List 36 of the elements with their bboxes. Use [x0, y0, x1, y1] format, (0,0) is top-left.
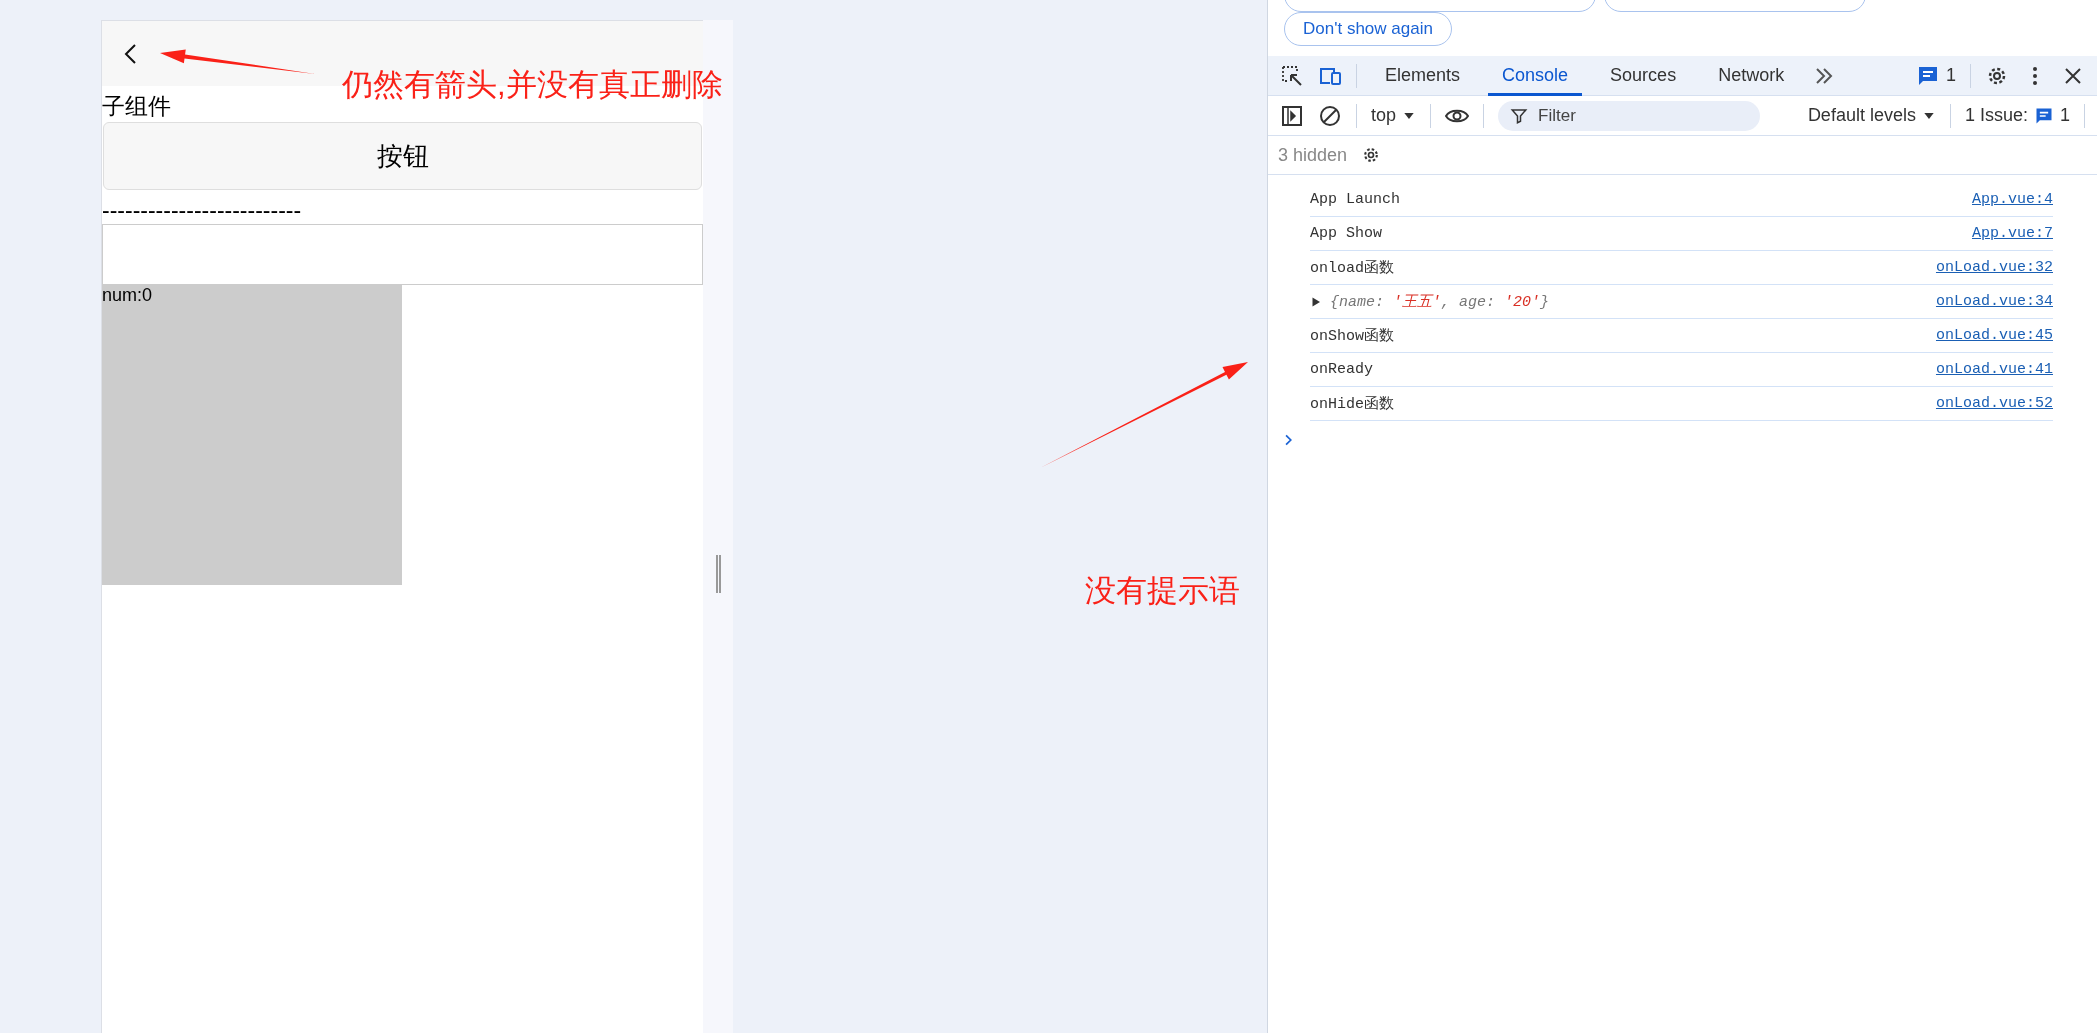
hidden-count: 3 hidden: [1278, 144, 1348, 166]
devtools-tab[interactable]: Network: [1704, 55, 1799, 96]
log-message: App Show: [1310, 225, 1382, 242]
sidebar-icon[interactable]: [1280, 103, 1304, 128]
levels-select[interactable]: Default levels: [1807, 105, 1936, 126]
annotation-text: 没有提示语: [1085, 572, 1240, 610]
source-link[interactable]: onLoad.vue:32: [1935, 259, 2053, 276]
source-link[interactable]: onLoad.vue:45: [1935, 327, 2053, 344]
inspect-icon[interactable]: [1280, 63, 1304, 88]
messages-count[interactable]: 1: [1916, 63, 1956, 88]
component-heading: 子组件: [102, 92, 171, 121]
log-message: onReady: [1310, 361, 1373, 378]
issues-button[interactable]: 1 Issue: 1: [1964, 105, 2070, 126]
log-message: onload函数: [1310, 259, 1394, 277]
source-link[interactable]: onLoad.vue:52: [1935, 395, 2053, 412]
context-select[interactable]: top: [1371, 105, 1417, 126]
funnel-icon: [1510, 106, 1529, 125]
dont-show-button[interactable]: Don't show again: [1284, 12, 1452, 46]
annotation-text: 仍然有箭头,并没有真正删除: [342, 66, 723, 104]
source-link[interactable]: onLoad.vue:34: [1935, 293, 2053, 310]
filter-field[interactable]: Filter: [1498, 100, 1761, 131]
dashed-separator: --------------------------: [102, 196, 302, 224]
source-link[interactable]: App.vue:4: [1972, 191, 2053, 208]
log-message: onHide函数: [1310, 395, 1394, 413]
log-message: onShow函数: [1310, 327, 1394, 345]
devtools-tab[interactable]: Elements: [1371, 55, 1475, 96]
action-button[interactable]: 按钮: [103, 122, 702, 190]
source-link[interactable]: onLoad.vue:41: [1935, 361, 2053, 378]
devtools-tab[interactable]: Sources: [1596, 55, 1691, 96]
expand-icon[interactable]: [1310, 295, 1322, 308]
log-message: App Launch: [1310, 191, 1400, 208]
resize-handle[interactable]: [715, 555, 721, 593]
source-link[interactable]: App.vue:7: [1972, 225, 2053, 242]
clear-icon[interactable]: [1318, 103, 1342, 128]
count-label: num:0: [102, 285, 153, 305]
object-preview: {name: '王五', age: '20'}: [1330, 293, 1550, 311]
